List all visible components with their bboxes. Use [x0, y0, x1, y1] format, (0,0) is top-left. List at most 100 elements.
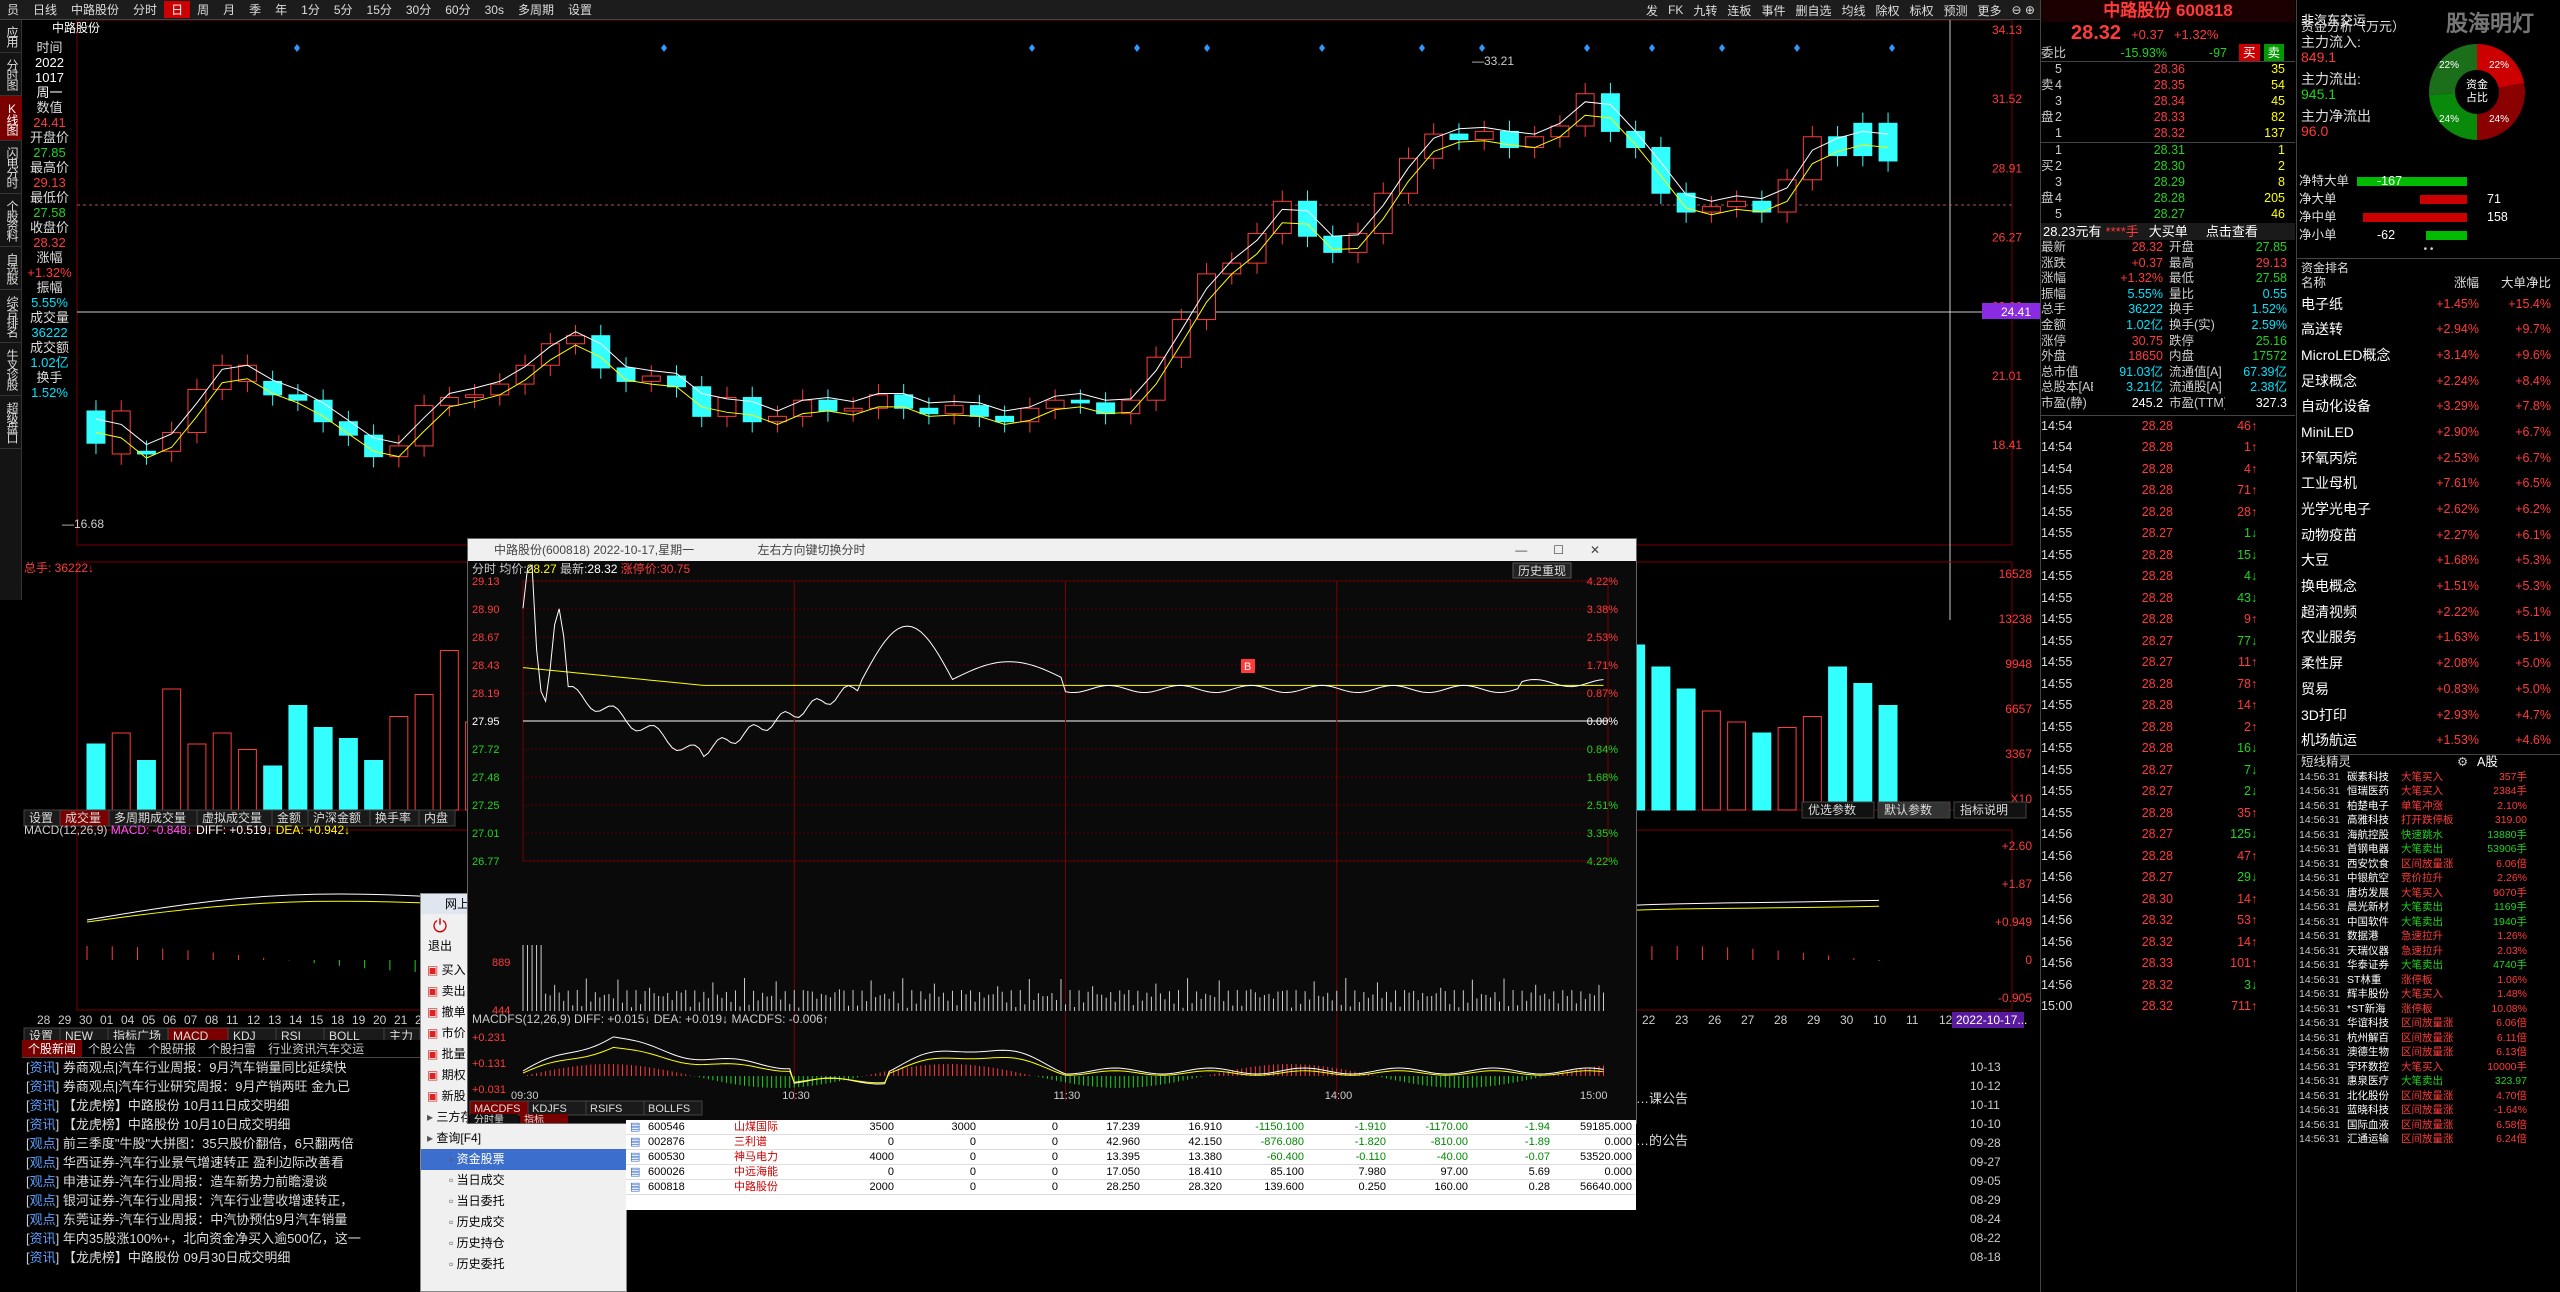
elf-row[interactable]: 14:56:31 汇通运输 区间放量涨 6.24倍 — [2297, 1132, 2560, 1147]
rank-row[interactable]: 超清视频 +2.22% +5.1% — [2297, 600, 2560, 626]
trade-menu-item[interactable]: ▫ 历史委托 — [421, 1254, 626, 1275]
news-title[interactable]: 券商观点|汽车行业周报：9月汽车销量同比延续快 — [63, 1060, 347, 1075]
nav-tab[interactable]: K线图 — [0, 96, 22, 141]
trade-menu-item[interactable]: ▫ 当日成交 — [421, 1170, 626, 1191]
elf-row[interactable]: 14:56:31 高雅科技 打开跌停板 319.00 — [2297, 813, 2560, 828]
orderbook-row[interactable]: 卖 4 28.35 54 — [2041, 78, 2295, 94]
trade-menu-item[interactable]: ▫ 当日委托 — [421, 1191, 626, 1212]
orderbook-row[interactable]: 1 28.32 137 — [2041, 126, 2295, 142]
news-title[interactable]: 【龙虎榜】中路股份 09月30日成交明细 — [63, 1250, 291, 1265]
toolbar-item[interactable]: 15分 — [360, 1, 399, 18]
toolbar-right-item[interactable]: 发 — [1641, 2, 1663, 19]
positions-row[interactable]: ▤ 600026 中远海能 0 0 0 17.050 18.410 85.100 7.980 97.… — [626, 1165, 1636, 1180]
rank-row[interactable]: 换电概念 +1.51% +5.3% — [2297, 574, 2560, 600]
intraday-popup-window[interactable]: 中路股份(600818) 2022-10-17,星期一 左右方向键切换分时 —☐… — [467, 538, 1637, 1126]
exit-button[interactable]: ⏻ 退出 — [425, 916, 455, 958]
news-item[interactable]: [观点] 东莞证券-汽车行业周报：中汽协预估9月汽车销量 — [22, 1210, 422, 1229]
toolbar-item[interactable]: 中路股份 — [64, 1, 126, 18]
rank-row[interactable]: 机场航运 +1.53% +4.6% — [2297, 728, 2560, 754]
elf-row[interactable]: 14:56:31 宇环数控 大笔买入 10000手 — [2297, 1060, 2560, 1075]
toolbar-right-item[interactable]: 均线 — [1836, 2, 1870, 19]
news-item[interactable]: [资讯] 券商观点|汽车行业周报：9月汽车销量同比延续快 — [22, 1058, 422, 1077]
toolbar-item[interactable]: 日线 — [26, 1, 64, 18]
toolbar-right-item[interactable]: 更多 — [1973, 2, 2007, 19]
toolbar-item[interactable]: 1分 — [294, 1, 327, 18]
positions-row[interactable]: ▤ 600818 中路股份 2000 0 0 28.250 28.320 139.600 0.25… — [626, 1180, 1636, 1195]
elf-tab[interactable]: A股 — [2477, 755, 2498, 770]
toolbar-right-item[interactable]: 九转 — [1688, 2, 1722, 19]
elf-row[interactable]: 14:56:31 杭州解百 区间放量涨 6.11倍 — [2297, 1031, 2560, 1046]
toolbar-item[interactable]: 年 — [268, 1, 294, 18]
positions-row[interactable]: ▤ 600530 神马电力 4000 0 0 13.395 13.380 -60.400 -0.1… — [626, 1150, 1636, 1165]
toolbar-item[interactable]: 季 — [242, 1, 268, 18]
nav-tab[interactable]: 牛叉诊股 — [0, 343, 22, 396]
elf-row[interactable]: 14:56:31 数据港 急速拉升 1.26% — [2297, 929, 2560, 944]
news-tab[interactable]: 个股研报 — [142, 1040, 202, 1057]
news-item[interactable]: [观点] 银河证券-汽车行业周报：汽车行业营收增速转正， — [22, 1191, 422, 1210]
rank-row[interactable]: 柔性屏 +2.08% +5.0% — [2297, 651, 2560, 677]
news-title[interactable]: 华西证券-汽车行业景气增速转正 盈利边际改善看 — [63, 1155, 344, 1170]
toolbar-item[interactable]: 多周期 — [511, 1, 561, 18]
rank-row[interactable]: 农业服务 +1.63% +5.1% — [2297, 625, 2560, 651]
positions-row[interactable]: ▤ 002876 三利谱 0 0 0 42.960 42.150 -876.080 -1.820 -… — [626, 1135, 1636, 1150]
toolbar-item[interactable]: 日 — [164, 1, 191, 18]
elf-row[interactable]: 14:56:31 晨光新材 大笔卖出 1169手 — [2297, 900, 2560, 915]
nav-tab[interactable]: 应用 — [0, 20, 22, 53]
rank-row[interactable]: 贸易 +0.83% +5.0% — [2297, 677, 2560, 703]
nav-tab[interactable]: 综合排名 — [0, 290, 22, 343]
news-item[interactable]: [资讯] 【龙虎榜】中路股份 09月30日成交明细 — [22, 1248, 422, 1267]
orderbook-row[interactable]: 3 28.29 8 — [2041, 175, 2295, 191]
rank-row[interactable]: 大豆 +1.68% +5.3% — [2297, 548, 2560, 574]
elf-row[interactable]: 14:56:31 柏楚电子 单笔冲涨 2.10% — [2297, 799, 2560, 814]
toolbar-item[interactable]: 分时 — [126, 1, 164, 18]
nav-tab[interactable]: 闪电分时 — [0, 141, 22, 194]
rank-row[interactable]: 高送转 +2.94% +9.7% — [2297, 317, 2560, 343]
rank-row[interactable]: MiniLED +2.90% +6.7% — [2297, 420, 2560, 446]
rank-row[interactable]: 光学光电子 +2.62% +6.2% — [2297, 497, 2560, 523]
elf-row[interactable]: 14:56:31 首钢电器 大笔卖出 53906手 — [2297, 842, 2560, 857]
elf-row[interactable]: 14:56:31 惠泉医疗 大笔卖出 323.97 — [2297, 1074, 2560, 1089]
news-title[interactable]: 券商观点|汽车行业研究周报：9月产销两旺 金九已 — [63, 1079, 350, 1094]
rank-row[interactable]: 工业母机 +7.61% +6.5% — [2297, 471, 2560, 497]
news-extra-text[interactable]: …课公告 — [1636, 1078, 1688, 1120]
toolbar-right-item[interactable]: 标权 — [1905, 2, 1939, 19]
news-title[interactable]: 年内35股涨100%+，北向资金净买入逾500亿，这一 — [63, 1231, 361, 1246]
rank-header-cell[interactable]: 涨幅 — [2407, 276, 2479, 292]
orderbook-row[interactable]: 盘 4 28.28 205 — [2041, 191, 2295, 207]
rank-row[interactable]: 电子纸 +1.45% +15.4% — [2297, 292, 2560, 318]
rank-row[interactable]: 3D打印 +2.93% +4.7% — [2297, 703, 2560, 729]
zoom-icons[interactable]: ⊖ ⊕ — [2007, 3, 2040, 17]
news-item[interactable]: [资讯] 【龙虎榜】中路股份 10月10日成交明细 — [22, 1115, 422, 1134]
elf-row[interactable]: 14:56:31 北化股份 区间放量涨 4.70倍 — [2297, 1089, 2560, 1104]
orderbook-row[interactable]: 5 28.36 35 — [2041, 62, 2295, 78]
news-tab[interactable]: 个股新闻 — [22, 1040, 83, 1057]
elf-row[interactable]: 14:56:31 华谊科技 区间放量涨 6.06倍 — [2297, 1016, 2560, 1031]
elf-row[interactable]: 14:56:31 中国软件 大笔卖出 1940手 — [2297, 915, 2560, 930]
elf-row[interactable]: 14:56:31 天瑞仪器 急速拉升 2.03% — [2297, 944, 2560, 959]
orderbook-row[interactable]: 1 28.31 1 — [2041, 143, 2295, 159]
nav-tab[interactable]: 分时图 — [0, 53, 22, 96]
rank-row[interactable]: 环氧丙烷 +2.53% +6.7% — [2297, 446, 2560, 472]
elf-row[interactable]: 14:56:31 碳素科技 大笔买入 357手 — [2297, 770, 2560, 785]
orderbook-row[interactable]: 5 28.27 46 — [2041, 207, 2295, 223]
toolbar-right-item[interactable]: 连板 — [1722, 2, 1756, 19]
toolbar-right-item[interactable]: 事件 — [1756, 2, 1790, 19]
window-controls[interactable]: —☐✕ — [1515, 539, 1626, 561]
orderbook-row[interactable]: 盘 2 28.33 82 — [2041, 110, 2295, 126]
rank-header-cell[interactable]: 名称 — [2297, 276, 2407, 292]
elf-row[interactable]: 14:56:31 海航控股 快速跳水 13880手 — [2297, 828, 2560, 843]
bigorder-bar[interactable]: 28.23元有 ****手 大买单 点击查看 — [2041, 223, 2295, 240]
news-item[interactable]: [观点] 申港证券-汽车行业周报：造车新势力前瞻漫谈 — [22, 1172, 422, 1191]
elf-row[interactable]: 14:56:31 恒瑞医药 大笔买入 2384手 — [2297, 784, 2560, 799]
news-tab[interactable]: 个股扫雷 — [202, 1040, 262, 1057]
rank-row[interactable]: 自动化设备 +3.29% +7.8% — [2297, 394, 2560, 420]
rank-row[interactable]: 足球概念 +2.24% +8.4% — [2297, 369, 2560, 395]
elf-row[interactable]: 14:56:31 西安饮食 区间放量涨 6.06倍 — [2297, 857, 2560, 872]
positions-table[interactable]: ▤ 600546 山煤国际 3500 3000 0 17.239 16.910 -1150.10… — [626, 1120, 1636, 1210]
news-extra-text[interactable]: …的公告 — [1636, 1120, 1688, 1162]
nav-tab[interactable]: 超级盘口 — [0, 396, 22, 449]
news-tab[interactable]: 个股公告 — [82, 1040, 142, 1057]
news-title[interactable]: 【龙虎榜】中路股份 10月10日成交明细 — [63, 1117, 291, 1132]
toolbar-item[interactable]: 60分 — [438, 1, 477, 18]
news-item[interactable]: [资讯] 券商观点|汽车行业研究周报：9月产销两旺 金九已 — [22, 1077, 422, 1096]
